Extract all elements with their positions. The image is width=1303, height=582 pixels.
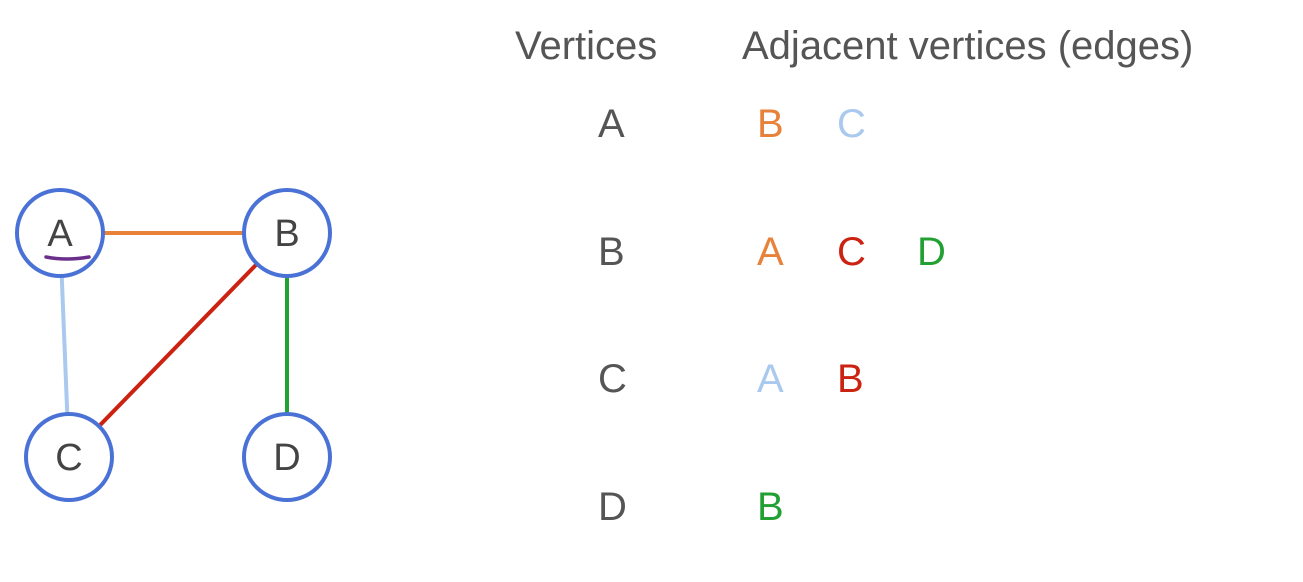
vertex-d: D	[598, 485, 627, 529]
adjacent-a-b: B	[757, 102, 784, 146]
adjacent-c-a: A	[757, 357, 784, 401]
adjacent-c-b: B	[837, 357, 864, 401]
edge-b-c	[97, 262, 259, 428]
adjacent-a-c: C	[837, 102, 866, 146]
adjacent-b-d: D	[917, 230, 946, 274]
adjacent-d-b: B	[757, 485, 784, 529]
graph-diagram: A B C D	[15, 188, 332, 502]
node-d: D	[242, 412, 332, 502]
vertex-c: C	[598, 357, 627, 401]
vertex-a: A	[598, 102, 625, 146]
highlight-underline-mark	[44, 255, 91, 261]
header-adjacent-vertices: Adjacent vertices (edges)	[742, 24, 1194, 68]
node-label: C	[55, 437, 82, 479]
node-label: D	[273, 437, 300, 479]
node-c: C	[24, 412, 114, 502]
edge-a-c	[59, 275, 70, 415]
vertex-b: B	[598, 230, 625, 274]
node-label: B	[274, 213, 299, 255]
node-b: B	[242, 188, 332, 278]
header-vertices: Vertices	[515, 24, 658, 68]
node-a: A	[15, 188, 105, 278]
node-label: A	[47, 213, 73, 255]
adjacent-b-c: C	[837, 230, 866, 274]
adjacent-b-a: A	[757, 230, 784, 274]
